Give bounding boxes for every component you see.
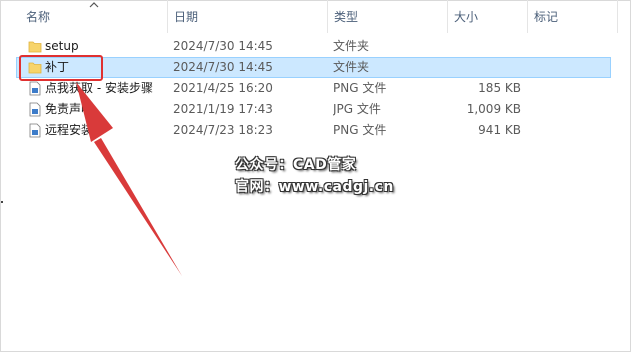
stray-dot [1, 201, 3, 203]
annotation-arrow-icon [76, 82, 182, 276]
